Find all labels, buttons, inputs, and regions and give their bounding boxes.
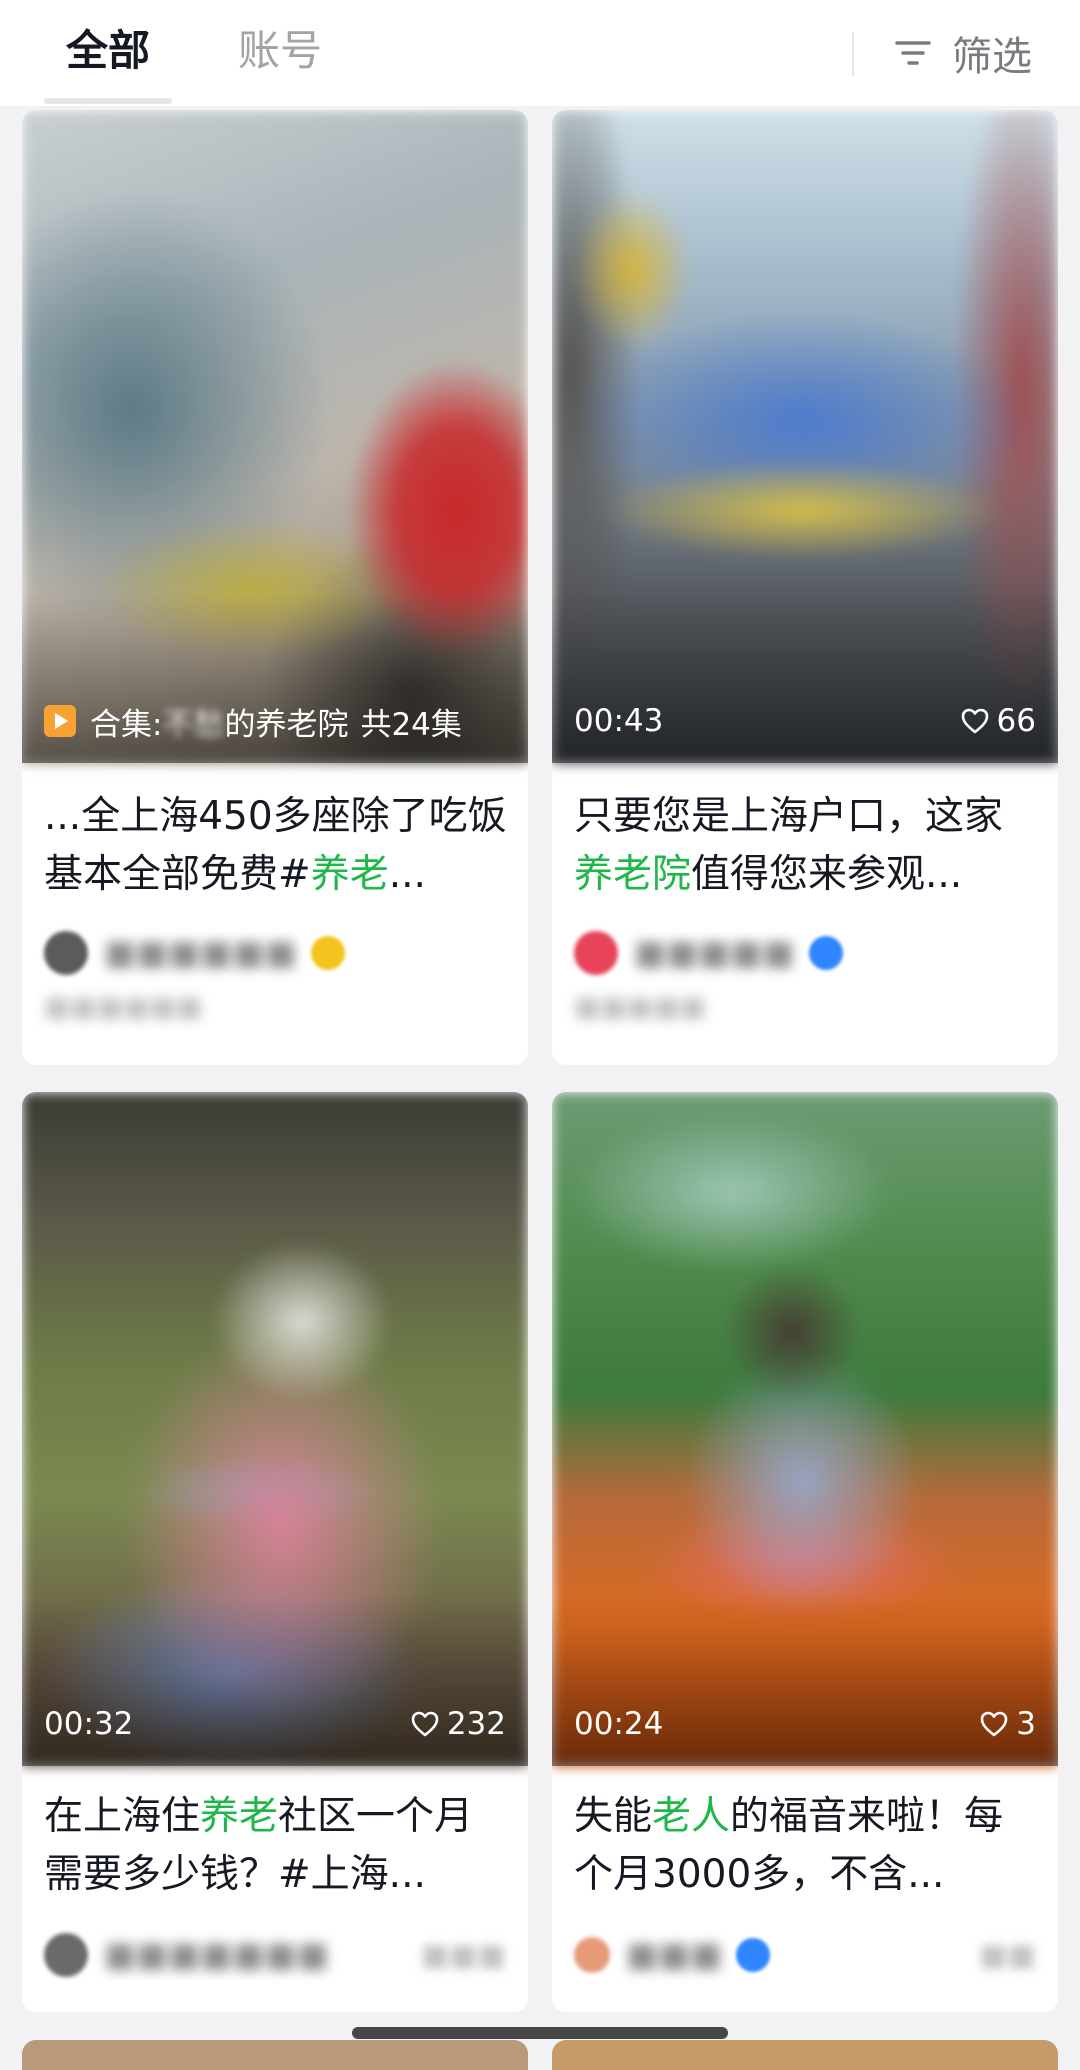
avatar	[574, 931, 618, 975]
author-row[interactable]: ■■■■■■■ ■■■	[44, 1930, 506, 1980]
author-row[interactable]: ■■■ ■■	[574, 1930, 1036, 1980]
author-name-blurred: ■■■	[626, 1935, 723, 1975]
video-duration: 00:43	[574, 703, 664, 739]
like-count: 66	[961, 703, 1036, 739]
video-card[interactable]: 00:24 3 失能老人的福音来啦！每个月3000多，不含... ■■■ ■■	[552, 1092, 1058, 2012]
avatar	[44, 931, 88, 975]
search-result-tabbar: 全部 账号 筛选	[0, 0, 1080, 106]
thumbnail-overlay: 00:43 66	[574, 697, 1036, 745]
author-row[interactable]: ■■■■■■	[44, 928, 506, 978]
video-duration: 00:32	[44, 1706, 134, 1742]
like-count: 232	[411, 1706, 506, 1742]
video-duration: 00:24	[574, 1706, 664, 1742]
video-card[interactable]: 合集: 不愁 的养老院 共24集 ...全上海450多座除了吃饭基本全部免费#养…	[22, 110, 528, 1065]
video-thumbnail[interactable]: 00:32 232	[22, 1092, 528, 1766]
divider	[852, 32, 854, 76]
tab-account[interactable]: 账号	[238, 22, 322, 80]
thumbnail-overlay: 合集: 不愁 的养老院 共24集	[44, 697, 506, 745]
collection-count: 共24集	[360, 706, 462, 743]
filter-button[interactable]: 筛选	[892, 22, 1032, 84]
post-time-blurred: ■■	[979, 1937, 1036, 1973]
author-name-blurred: ■■■■■■	[104, 933, 297, 973]
heart-icon	[980, 1711, 1008, 1737]
home-indicator[interactable]	[352, 2027, 728, 2039]
verified-badge-icon	[736, 1938, 771, 1972]
collection-icon	[44, 705, 76, 737]
post-meta-blurred: ■■■■■■	[44, 990, 203, 1023]
thumbnail-overlay: 00:32 232	[44, 1700, 506, 1748]
collection-prefix: 合集:	[90, 706, 163, 743]
post-meta-blurred: ■■■■■	[574, 990, 707, 1023]
collection-blurred-word: 不愁	[162, 706, 225, 743]
video-card[interactable]: 00:43 66 只要您是上海户口，这家养老院值得您来参观... ■■■■■ ■…	[552, 110, 1058, 1065]
author-name-blurred: ■■■■■	[634, 933, 795, 973]
author-name-blurred: ■■■■■■■	[104, 1935, 329, 1975]
tab-indicator	[44, 98, 172, 104]
video-thumbnail[interactable]: 合集: 不愁 的养老院 共24集	[22, 110, 528, 763]
heart-icon	[411, 1711, 439, 1737]
verified-badge-icon	[808, 936, 843, 970]
video-title[interactable]: 在上海住养老社区一个月需要多少钱？#上海...	[44, 1788, 510, 1904]
filter-icon	[895, 41, 931, 65]
verified-badge-icon	[310, 936, 345, 970]
video-card[interactable]: 00:32 232 在上海住养老社区一个月需要多少钱？#上海... ■■■■■■…	[22, 1092, 528, 2012]
video-thumbnail[interactable]: 00:24 3	[552, 1092, 1058, 1766]
thumbnail-overlay: 00:24 3	[574, 1700, 1036, 1748]
heart-icon	[961, 708, 988, 734]
filter-label: 筛选	[952, 34, 1032, 80]
collection-name: 的养老院	[224, 706, 349, 743]
avatar	[44, 1933, 88, 1977]
video-title[interactable]: 失能老人的福音来啦！每个月3000多，不含...	[574, 1788, 1040, 1904]
tab-all[interactable]: 全部	[66, 22, 150, 80]
post-time-blurred: ■■■	[420, 1937, 506, 1973]
video-title[interactable]: 只要您是上海户口，这家养老院值得您来参观...	[574, 788, 1040, 904]
video-title[interactable]: ...全上海450多座除了吃饭基本全部免费#养老...	[44, 788, 510, 904]
video-thumbnail[interactable]: 00:43 66	[552, 110, 1058, 763]
collection-label[interactable]: 合集: 不愁 的养老院 共24集	[44, 699, 462, 744]
like-count: 3	[980, 1706, 1036, 1742]
avatar	[574, 1937, 610, 1973]
author-row[interactable]: ■■■■■	[574, 928, 1036, 978]
